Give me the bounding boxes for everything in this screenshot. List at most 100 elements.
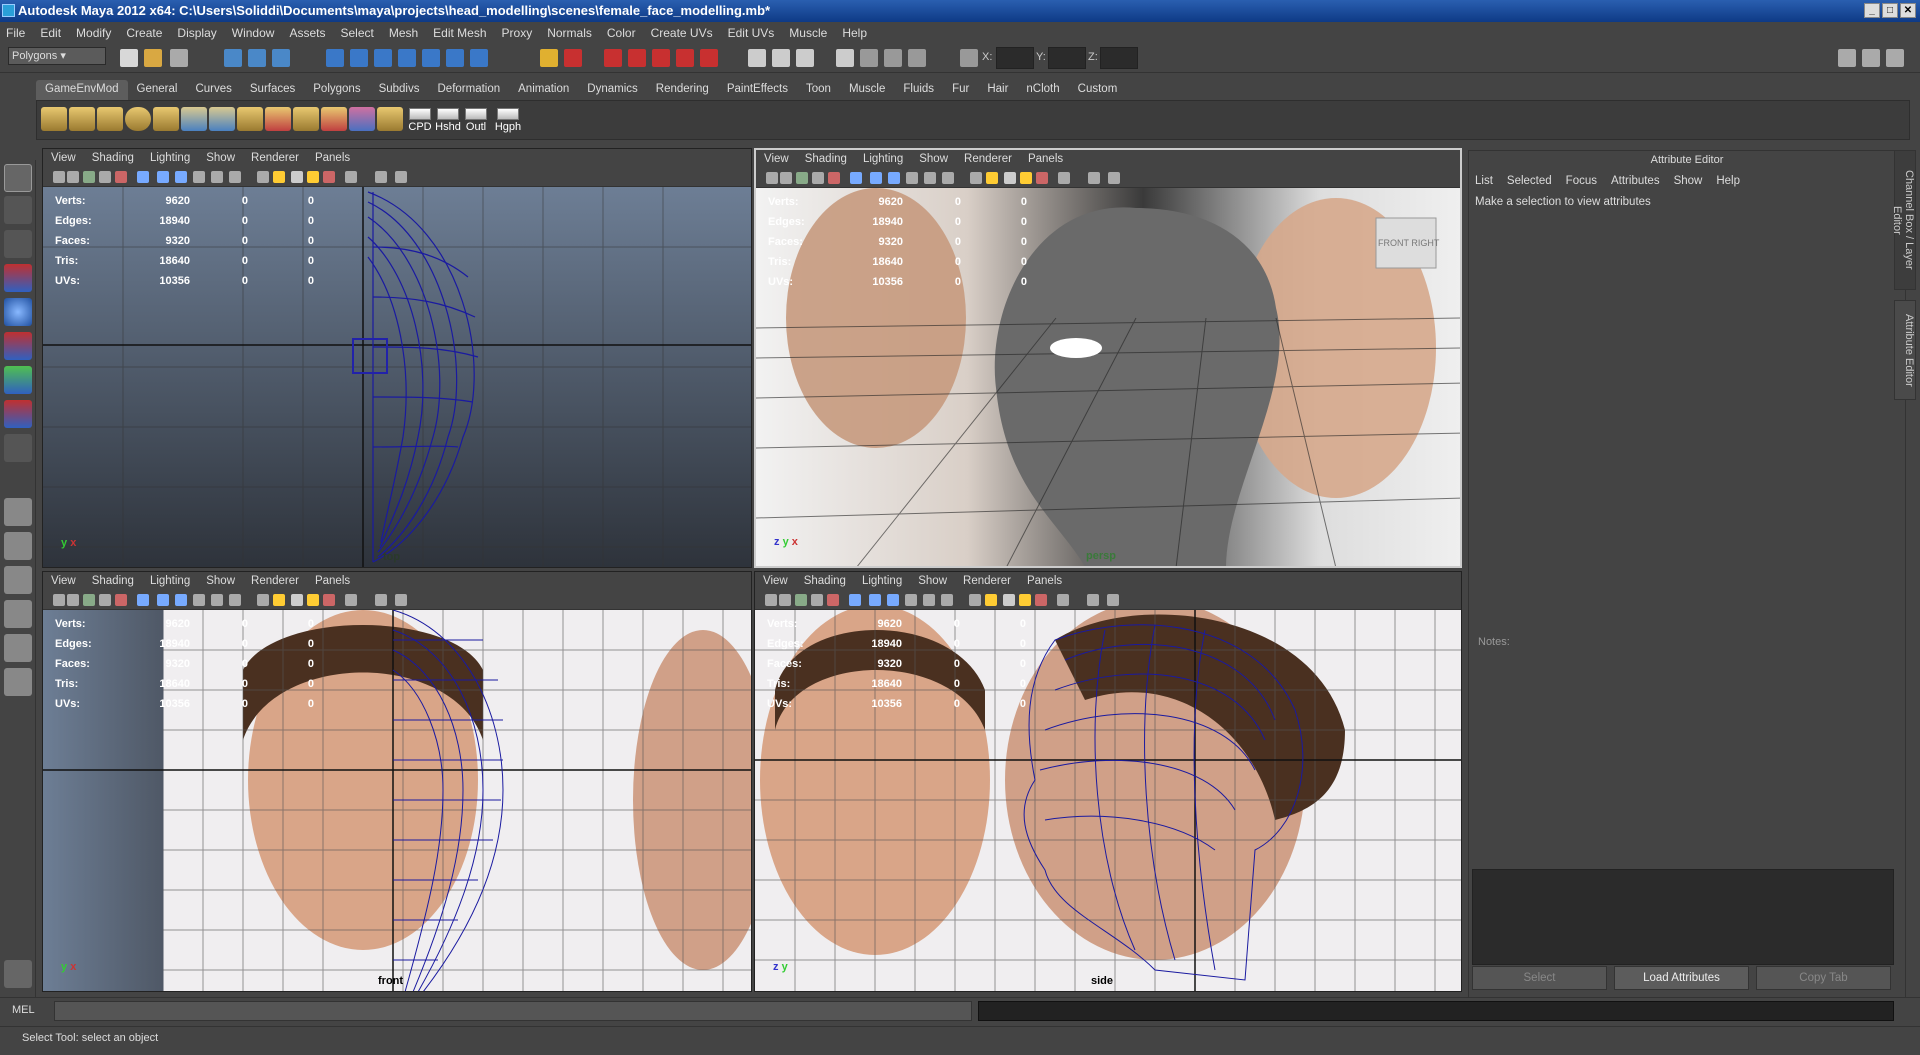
panel-toolbar-icon[interactable]	[67, 171, 79, 183]
panel-toolbar-icon[interactable]	[969, 594, 981, 606]
panel-menu-shading[interactable]: Shading	[805, 153, 847, 165]
panel-toolbar-icon[interactable]	[905, 594, 917, 606]
ae-menu-focus[interactable]: Focus	[1566, 175, 1597, 187]
panel-toolbar-icon[interactable]	[828, 172, 840, 184]
panel-toolbar-icon[interactable]	[1107, 594, 1119, 606]
viewport-side[interactable]: View Shading Lighting Show Renderer Pane…	[754, 571, 1462, 992]
save-scene-icon[interactable]	[170, 49, 188, 67]
single-perspective-layout-icon[interactable]	[4, 498, 32, 526]
shelf-tab-curves[interactable]: Curves	[186, 80, 240, 100]
snap-point-icon[interactable]	[374, 49, 392, 67]
command-input[interactable]	[54, 1001, 972, 1021]
help-line-icon[interactable]	[470, 49, 488, 67]
persp-graph-layout-icon[interactable]	[4, 600, 32, 628]
panel-menu-renderer[interactable]: Renderer	[251, 575, 299, 587]
panel-toolbar-icon[interactable]	[67, 594, 79, 606]
panel-menu-show[interactable]: Show	[919, 153, 948, 165]
panel-toolbar-icon[interactable]	[53, 594, 65, 606]
new-scene-icon[interactable]	[120, 49, 138, 67]
menu-proxy[interactable]: Proxy	[502, 26, 533, 40]
panel-toolbar-icon[interactable]	[99, 594, 111, 606]
close-button[interactable]: ✕	[1900, 3, 1916, 18]
panel-toolbar-icon[interactable]	[812, 172, 824, 184]
panel-toolbar-icon[interactable]	[257, 171, 269, 183]
panel-menu-lighting[interactable]: Lighting	[150, 152, 190, 164]
panel-toolbar-icon[interactable]	[323, 594, 335, 606]
move-tool-icon[interactable]	[4, 264, 32, 292]
select-tool-icon[interactable]	[4, 164, 32, 192]
menu-assets[interactable]: Assets	[289, 26, 325, 40]
maximize-button[interactable]: □	[1882, 3, 1898, 18]
panel-toolbar-icon[interactable]	[211, 171, 223, 183]
mirror-icon[interactable]	[349, 107, 375, 131]
toggle-channel-box-icon[interactable]	[1886, 49, 1904, 67]
panel-toolbar-icon[interactable]	[257, 594, 269, 606]
panel-toolbar-icon[interactable]	[796, 172, 808, 184]
panel-toolbar-icon[interactable]	[1057, 594, 1069, 606]
snap-view-plane-icon[interactable]	[398, 49, 416, 67]
shelf-tab-dynamics[interactable]: Dynamics	[578, 80, 646, 100]
input-ops-icon[interactable]	[564, 49, 582, 67]
panel-toolbar-icon[interactable]	[766, 172, 778, 184]
attribute-editor-tab[interactable]: Attribute Editor	[1894, 300, 1916, 400]
panel-toolbar-icon[interactable]	[193, 171, 205, 183]
panel-toolbar-icon[interactable]	[888, 172, 900, 184]
panel-toolbar-icon[interactable]	[970, 172, 982, 184]
panel-toolbar-icon[interactable]	[83, 594, 95, 606]
panel-menu-show[interactable]: Show	[206, 575, 235, 587]
panel-toolbar-icon[interactable]	[1020, 172, 1032, 184]
panel-toolbar-icon[interactable]	[811, 594, 823, 606]
panel-menu-renderer[interactable]: Renderer	[251, 152, 299, 164]
panel-toolbar-icon[interactable]	[1004, 172, 1016, 184]
panel-toolbar-icon[interactable]	[175, 171, 187, 183]
shelf-tab-fur[interactable]: Fur	[943, 80, 978, 100]
rotate-tool-icon[interactable]	[4, 298, 32, 326]
view-cube[interactable]: FRONT RIGHT	[1378, 238, 1439, 248]
menu-edit-mesh[interactable]: Edit Mesh	[433, 26, 486, 40]
panel-toolbar-icon[interactable]	[157, 594, 169, 606]
snap-live-icon[interactable]	[422, 49, 440, 67]
panel-toolbar-icon[interactable]	[307, 171, 319, 183]
panel-toolbar-icon[interactable]	[345, 594, 357, 606]
command-language-label[interactable]: MEL	[12, 1004, 35, 1016]
panel-toolbar-icon[interactable]	[827, 594, 839, 606]
shelf-tab-custom[interactable]: Custom	[1069, 80, 1127, 100]
graph-editor-icon[interactable]	[796, 49, 814, 67]
persp-graph-hypergraph-layout-icon[interactable]	[4, 668, 32, 696]
panel-menu-panels[interactable]: Panels	[1028, 153, 1063, 165]
extrude-icon[interactable]	[153, 107, 179, 131]
poly-plane-icon[interactable]	[41, 107, 67, 131]
viewport-top[interactable]: View Shading Lighting Show Renderer Pane…	[42, 148, 752, 568]
snap-curve-icon[interactable]	[350, 49, 368, 67]
shelf-hgph-button[interactable]: Hgph	[493, 108, 523, 133]
shelf-hshd-button[interactable]: Hshd	[433, 108, 463, 133]
panel-menu-view[interactable]: View	[764, 153, 789, 165]
panel-toolbar-icon[interactable]	[137, 171, 149, 183]
menu-help[interactable]: Help	[842, 26, 867, 40]
minimize-button[interactable]: _	[1864, 3, 1880, 18]
panel-menu-lighting[interactable]: Lighting	[150, 575, 190, 587]
poly-cube-icon[interactable]	[69, 107, 95, 131]
panel-toolbar-icon[interactable]	[83, 171, 95, 183]
panel-toolbar-icon[interactable]	[1035, 594, 1047, 606]
bevel-icon[interactable]	[237, 107, 263, 131]
snap-grid-icon[interactable]	[326, 49, 344, 67]
shelf-tab-toon[interactable]: Toon	[797, 80, 840, 100]
shelf-tab-gameenvmod[interactable]: GameEnvMod	[36, 80, 128, 100]
front-view-canvas[interactable]: Verts: 9620 0 0 Edges: 18940 0 0 Faces: 9320 0 0 …	[43, 610, 751, 991]
toggle-attribute-editor-icon[interactable]	[1838, 49, 1856, 67]
render-frame-icon[interactable]	[652, 49, 670, 67]
panel-menu-show[interactable]: Show	[206, 152, 235, 164]
panel-toolbar-icon[interactable]	[941, 594, 953, 606]
ae-menu-help[interactable]: Help	[1716, 175, 1740, 187]
panel-toolbar-icon[interactable]	[211, 594, 223, 606]
panel-toolbar-icon[interactable]	[850, 172, 862, 184]
ae-copy-tab-button[interactable]: Copy Tab	[1756, 966, 1891, 990]
shelf-tab-polygons[interactable]: Polygons	[304, 80, 369, 100]
hypershade-layout-icon[interactable]	[4, 634, 32, 662]
ipr-render-icon[interactable]	[676, 49, 694, 67]
panel-toolbar-icon[interactable]	[157, 171, 169, 183]
ae-menu-selected[interactable]: Selected	[1507, 175, 1552, 187]
panel-toolbar-icon[interactable]	[779, 594, 791, 606]
menu-color[interactable]: Color	[607, 26, 636, 40]
